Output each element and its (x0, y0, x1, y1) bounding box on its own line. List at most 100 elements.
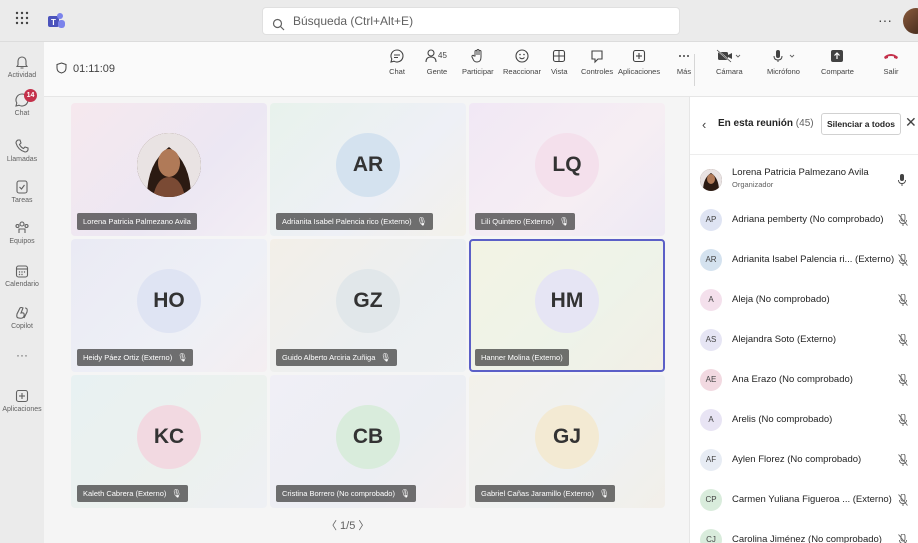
avatar: AR (700, 249, 722, 271)
leave-button[interactable]: Salir (882, 48, 900, 76)
video-tile-speaking[interactable]: HM Hanner Molina (Externo) (469, 239, 665, 372)
close-icon[interactable]: ✕ (905, 114, 917, 131)
avatar: AF (700, 449, 722, 471)
controls-icon (591, 50, 603, 64)
phone-icon (15, 139, 29, 153)
chat-button[interactable]: Chat (389, 48, 405, 76)
copilot-icon (16, 306, 28, 319)
participant-name-label: Hanner Molina (Externo) (475, 349, 569, 366)
mic-off-icon (898, 293, 908, 309)
search-input[interactable]: Búsqueda (Ctrl+Alt+E) (262, 7, 680, 35)
camera-off-icon (716, 49, 741, 63)
gallery-pager[interactable]: 〈 1/5 〉 (326, 517, 369, 533)
avatar: CJ (700, 529, 722, 543)
participant-name-label: Lili Quintero (Externo) 🎙 (475, 213, 576, 230)
participant-initials: GJ (535, 405, 599, 469)
more-icon: ··· (16, 348, 28, 362)
people-panel-header: ‹ En esta reunión (45) Silenciar a todos… (690, 97, 918, 155)
participant-row[interactable]: A Arelis (No comprobado) (690, 401, 918, 441)
mic-off-icon: 🎙 (380, 353, 391, 362)
video-tile[interactable]: GZ Guido Alberto Arciria Zuñiga 🎙 (270, 239, 466, 372)
participant-initials: CB (336, 405, 400, 469)
participant-initials: GZ (336, 269, 400, 333)
participant-initials: KC (137, 405, 201, 469)
share-button[interactable]: Comparte (821, 48, 854, 76)
participant-row[interactable]: AR Adrianita Isabel Palencia ri... (Exte… (690, 241, 918, 281)
view-button[interactable]: Vista (551, 48, 568, 76)
more-button[interactable]: Más (676, 48, 692, 76)
participant-name-label: Heidy Páez Ortiz (Externo) 🎙 (77, 349, 194, 366)
react-button[interactable]: Reaccionar (503, 48, 541, 76)
rail-item-equipos[interactable]: Equipos (0, 220, 44, 245)
apps-button[interactable]: Aplicaciones (618, 48, 660, 76)
rail-item-actividad[interactable]: Actividad (0, 54, 44, 79)
svg-text:T: T (51, 18, 56, 27)
ellipsis-icon (679, 55, 689, 57)
video-tile[interactable]: HO Heidy Páez Ortiz (Externo) 🎙 (71, 239, 267, 372)
profile-avatar[interactable] (903, 8, 918, 34)
camera-button[interactable]: Cámara (716, 48, 743, 76)
rail-item-calendario[interactable]: Calendario (0, 263, 44, 288)
app-launcher-icon[interactable] (12, 11, 32, 31)
rail-item-aplicaciones[interactable]: Aplicaciones (0, 388, 44, 413)
participant-initials: AR (336, 133, 400, 197)
people-button[interactable]: 45 Gente (424, 48, 450, 76)
app-bar: Actividad 14 Chat Llamadas Tareas Equipo… (0, 42, 44, 543)
mic-off-icon: 🎙 (171, 489, 182, 498)
search-placeholder: Búsqueda (Ctrl+Alt+E) (293, 14, 414, 28)
search-icon (272, 14, 285, 40)
rail-item-chat[interactable]: 14 Chat (0, 89, 44, 117)
chat-bubble-icon (390, 49, 404, 63)
participant-row[interactable]: AP Adriana pemberty (No comprobado) (690, 201, 918, 241)
meeting-timer: 01:11:09 (56, 62, 115, 75)
video-stage: Lorena Patricia Palmezano Avila AR Adria… (44, 97, 689, 543)
add-app-icon (632, 49, 646, 63)
video-tile[interactable]: LQ Lili Quintero (Externo) 🎙 (469, 103, 665, 236)
shield-icon (56, 62, 67, 74)
mic-off-icon: 🎙 (399, 489, 411, 498)
people-icon: 45 (425, 49, 447, 63)
smiley-icon (515, 49, 529, 63)
meeting-toolbar: 01:11:09 Chat 45 Gente Participar Reacci… (44, 42, 918, 97)
mic-off-icon (898, 493, 908, 509)
bell-icon (15, 56, 29, 69)
teams-logo-icon: T (46, 11, 66, 31)
video-tile[interactable]: CB Cristina Borrero (No comprobado) 🎙 (270, 375, 466, 508)
mic-off-icon: 🎙 (416, 217, 427, 226)
mic-off-icon (898, 213, 908, 229)
mic-off-icon: 🎙 (598, 489, 610, 498)
mic-off-icon (898, 253, 908, 269)
mic-off-icon (898, 373, 908, 389)
rail-item-more[interactable]: ··· (0, 348, 44, 362)
mic-off-icon (898, 453, 908, 469)
grid-view-icon (553, 49, 566, 63)
participant-row[interactable]: CJ Carolina Jiménez (No comprobado) (690, 521, 918, 543)
participant-row[interactable]: Lorena Patricia Palmezano Avila Organiza… (690, 161, 918, 201)
participant-name-label: Adrianita Isabel Palencia rico (Externo)… (276, 213, 433, 230)
video-tile[interactable]: GJ Gabriel Cañas Jaramillo (Externo) 🎙 (469, 375, 665, 508)
raise-hand-button[interactable]: Participar (462, 48, 494, 76)
video-tile[interactable]: KC Kaleth Cabrera (Externo) 🎙 (71, 375, 267, 508)
more-options-icon[interactable]: ··· (878, 12, 892, 28)
participant-photo (137, 133, 201, 197)
title-bar: T Búsqueda (Ctrl+Alt+E) ··· (0, 0, 918, 42)
participant-row[interactable]: CP Carmen Yuliana Figueroa ... (Externo) (690, 481, 918, 521)
participant-row[interactable]: A Aleja (No comprobado) (690, 281, 918, 321)
panel-title: En esta reunión (45) (718, 118, 814, 129)
rail-item-copilot[interactable]: Copilot (0, 305, 44, 330)
participant-row[interactable]: AS Alejandra Soto (Externo) (690, 321, 918, 361)
video-tile[interactable]: AR Adrianita Isabel Palencia rico (Exter… (270, 103, 466, 236)
mute-all-button[interactable]: Silenciar a todos (821, 113, 901, 135)
microphone-button[interactable]: Micrófono (767, 48, 800, 76)
calendar-icon (15, 265, 29, 278)
rail-item-tareas[interactable]: Tareas (0, 179, 44, 204)
rail-item-llamadas[interactable]: Llamadas (0, 138, 44, 163)
controls-button[interactable]: Controles (581, 48, 613, 76)
avatar: AS (700, 329, 722, 351)
participant-row[interactable]: AE Ana Erazo (No comprobado) (690, 361, 918, 401)
chevron-left-icon[interactable]: ‹ (702, 117, 706, 132)
participant-row[interactable]: AF Aylen Florez (No comprobado) (690, 441, 918, 481)
participant-name-label: Guido Alberto Arciria Zuñiga 🎙 (276, 349, 397, 366)
video-tile[interactable]: Lorena Patricia Palmezano Avila (71, 103, 267, 236)
hand-icon (471, 49, 482, 63)
